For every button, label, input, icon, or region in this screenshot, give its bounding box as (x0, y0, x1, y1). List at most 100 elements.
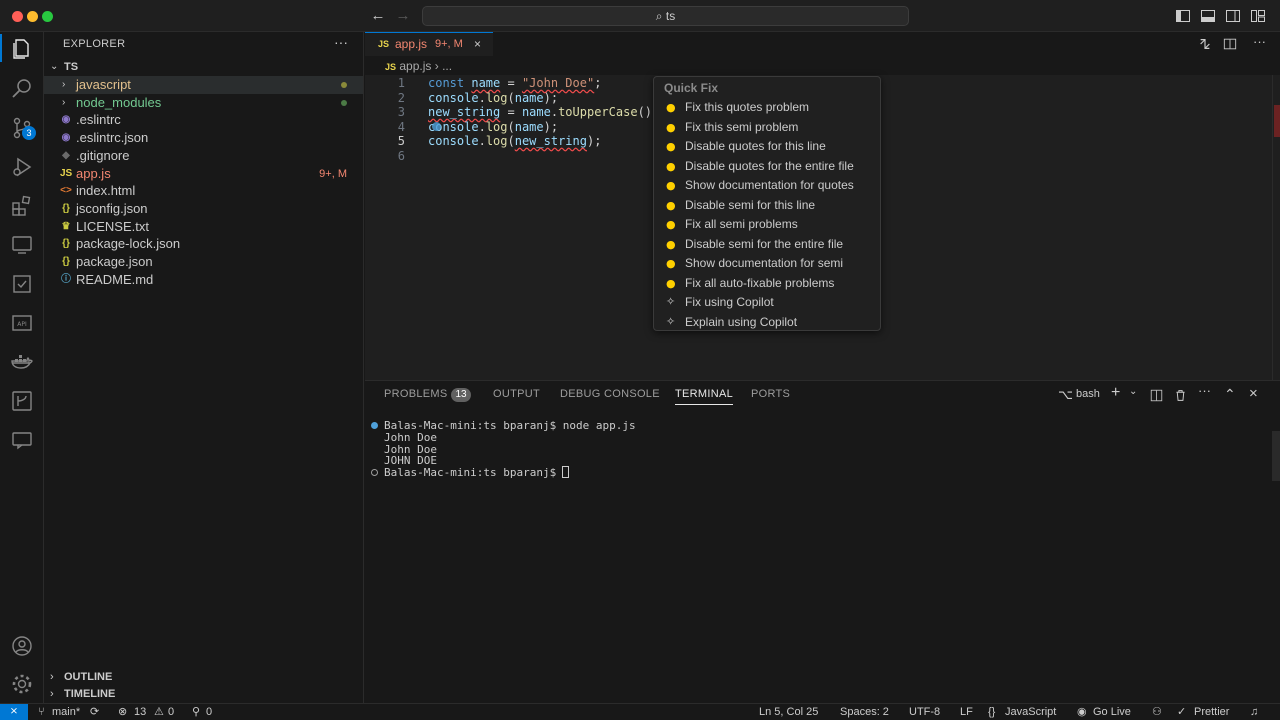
explorer-item[interactable]: {} package-lock.json (44, 235, 363, 253)
command-center-search[interactable]: ⌕ ts (422, 6, 909, 26)
explorer-item[interactable]: {} package.json (44, 253, 363, 271)
docker-icon[interactable] (8, 348, 36, 376)
outline-section-header[interactable]: › OUTLINE (44, 668, 363, 686)
quick-fix-item[interactable]: ● Fix all semi problems (654, 215, 880, 234)
close-panel-icon[interactable]: × (1249, 385, 1258, 402)
quick-fix-item[interactable]: ● Disable semi for the entire file (654, 235, 880, 254)
language-mode[interactable]: JavaScript (1005, 704, 1056, 720)
quick-fix-item[interactable]: ● Disable quotes for the entire file (654, 157, 880, 176)
panel-tab-debug-console[interactable]: DEBUG CONSOLE (560, 388, 660, 400)
open-changes-icon[interactable] (1198, 37, 1212, 51)
explorer-item[interactable]: › node_modules (44, 94, 363, 112)
quick-fix-item[interactable]: ✧ Explain using Copilot (654, 313, 880, 332)
warning-icon[interactable]: ⚠ (154, 704, 164, 720)
terminal-scrollbar[interactable] (1272, 431, 1280, 481)
accounts-icon[interactable] (8, 632, 36, 660)
more-actions-icon[interactable]: ··· (1198, 383, 1211, 398)
panel-tab-output[interactable]: OUTPUT (493, 388, 540, 400)
forward-arrow-icon[interactable]: → (393, 6, 413, 26)
quick-fix-item[interactable]: ● Disable quotes for this line (654, 137, 880, 156)
remote-indicator-icon[interactable]: ⨯ (0, 704, 28, 720)
editor-overview-ruler[interactable] (1272, 75, 1280, 380)
close-window-button[interactable] (12, 11, 23, 22)
maximize-panel-chevron-up-icon[interactable]: ⌃ (1224, 386, 1236, 403)
check-double-icon: ✓ (1177, 706, 1187, 718)
quick-fix-item[interactable]: ● Fix all auto-fixable problems (654, 274, 880, 293)
timeline-section-header[interactable]: › TIMELINE (44, 685, 363, 703)
explorer-item[interactable]: ♛ LICENSE.txt (44, 218, 363, 236)
status-bar: ⨯ ⑂ main* ⟳ ⊗ 13 ⚠ 0 ⚲ 0 Ln 5, Col 25 Sp… (0, 703, 1280, 720)
explorer-item[interactable]: ◉ .eslintrc.json (44, 129, 363, 147)
maximize-window-button[interactable] (42, 11, 53, 22)
explorer-item[interactable]: › javascript (44, 76, 363, 94)
search-icon[interactable] (8, 74, 36, 102)
explorer-item[interactable]: <> index.html (44, 182, 363, 200)
remote-explorer-icon[interactable] (8, 231, 36, 259)
settings-gear-icon[interactable] (8, 670, 36, 698)
info-icon: ⓘ (61, 273, 71, 285)
quick-fix-item[interactable]: ● Disable semi for this line (654, 196, 880, 215)
go-live-button[interactable]: Go Live (1093, 704, 1131, 720)
prettier-status[interactable]: Prettier (1194, 704, 1229, 720)
explorer-item[interactable]: JS app.js 9+, M (44, 165, 363, 183)
quick-fix-item[interactable]: ● Fix this semi problem (654, 118, 880, 137)
quick-fix-item[interactable]: ● Show documentation for quotes (654, 176, 880, 195)
end-of-line[interactable]: LF (960, 704, 973, 720)
branch-name[interactable]: main* (52, 704, 80, 720)
error-icon[interactable]: ⊗ (118, 704, 127, 720)
chevron-down-icon[interactable]: ⌄ (1129, 386, 1137, 397)
toggle-panel-icon[interactable] (1200, 8, 1216, 24)
code-line-4[interactable]: console.log(name); (428, 120, 558, 134)
panel-tab-ports[interactable]: PORTS (751, 388, 790, 400)
ports-icon[interactable]: ⚲ (192, 704, 200, 720)
more-actions-icon[interactable]: ··· (1253, 34, 1266, 49)
toggle-primary-sidebar-icon[interactable] (1175, 8, 1191, 24)
explorer-item[interactable]: ⓘ README.md (44, 271, 363, 289)
indentation[interactable]: Spaces: 2 (840, 704, 889, 720)
explorer-item[interactable]: ◉ .eslintrc (44, 111, 363, 129)
run-debug-icon[interactable] (8, 153, 36, 181)
testing-icon[interactable] (8, 270, 36, 298)
code-line-3[interactable]: new_string = name.toUpperCase(); (428, 105, 659, 119)
panel-tab-problems[interactable]: PROBLEMS (384, 388, 448, 400)
workspace-root[interactable]: ⌄ TS (44, 58, 363, 76)
explorer-item-label: package-lock.json (76, 236, 181, 252)
split-editor-icon[interactable] (1223, 37, 1237, 51)
quick-fix-item[interactable]: ✧ Fix using Copilot (654, 293, 880, 312)
more-actions-icon[interactable]: ··· (334, 34, 348, 50)
extensions-icon[interactable] (8, 192, 36, 220)
ports-count[interactable]: 0 (206, 704, 212, 720)
copilot-icon[interactable]: ⚇ (1152, 704, 1162, 720)
quick-fix-item[interactable]: ● Show documentation for semi (654, 254, 880, 273)
back-arrow-icon[interactable]: ← (368, 6, 388, 26)
split-terminal-icon[interactable] (1150, 389, 1163, 402)
quick-fix-item[interactable]: ● Fix this quotes problem (654, 98, 880, 117)
comments-icon[interactable] (8, 426, 36, 454)
explorer-icon[interactable] (8, 35, 36, 63)
api-icon[interactable]: API (8, 309, 36, 337)
notifications-bell-icon[interactable]: ♫ (1250, 704, 1258, 720)
encoding[interactable]: UTF-8 (909, 704, 940, 720)
source-branches-icon[interactable] (8, 387, 36, 415)
shell-name[interactable]: bash (1076, 388, 1100, 400)
tab-close-icon[interactable]: × (474, 33, 481, 55)
breadcrumb-file[interactable]: app.js (399, 59, 431, 73)
tab-app-js[interactable]: JS app.js 9+, M × (365, 32, 493, 56)
explorer-item[interactable]: ◆ .gitignore (44, 147, 363, 165)
toggle-secondary-sidebar-icon[interactable] (1225, 8, 1241, 24)
code-line-5[interactable]: console.log(new_string); (428, 134, 601, 148)
code-action-lightbulb-icon[interactable] (432, 122, 441, 131)
breadcrumb-rest[interactable]: ... (442, 59, 452, 73)
minimize-window-button[interactable] (27, 11, 38, 22)
new-terminal-icon[interactable]: + (1111, 384, 1120, 402)
warning-count[interactable]: 0 (168, 704, 174, 720)
code-line-1[interactable]: const name = "John Doe"; (428, 76, 601, 90)
error-count[interactable]: 13 (134, 704, 146, 720)
kill-terminal-trash-icon[interactable] (1174, 389, 1187, 402)
explorer-item[interactable]: {} jsconfig.json (44, 200, 363, 218)
customize-layout-icon[interactable] (1250, 8, 1266, 24)
sync-icon[interactable]: ⟳ (90, 704, 99, 720)
cursor-position[interactable]: Ln 5, Col 25 (759, 704, 818, 720)
panel-tab-terminal[interactable]: TERMINAL (675, 388, 734, 405)
code-line-2[interactable]: console.log(name); (428, 91, 558, 105)
